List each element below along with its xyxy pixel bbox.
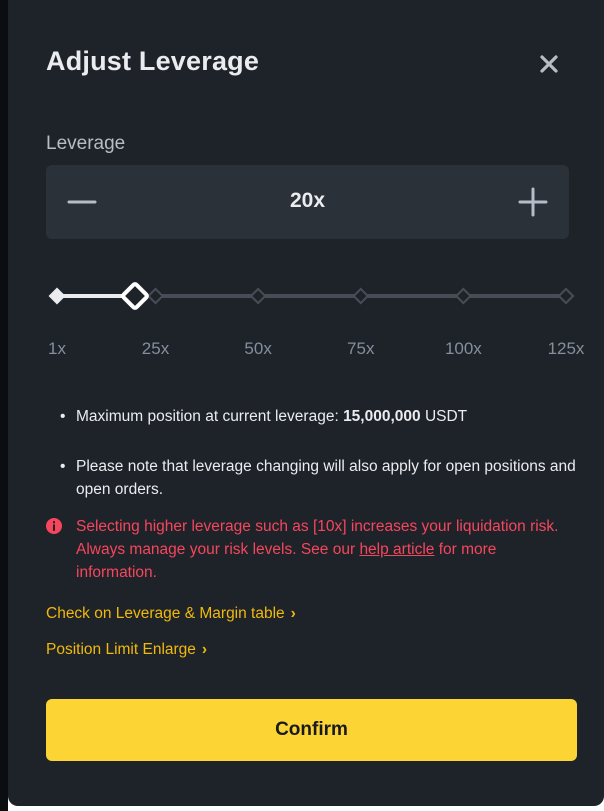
leverage-value[interactable]: 20x bbox=[46, 189, 569, 213]
page-backdrop bbox=[0, 0, 8, 811]
help-article-link[interactable]: help article bbox=[359, 541, 434, 558]
chevron-right-icon: › bbox=[201, 641, 208, 658]
plus-icon bbox=[518, 187, 548, 217]
slider-tick-marker[interactable] bbox=[147, 287, 165, 305]
info-icon bbox=[46, 518, 62, 534]
slider-tick-marker[interactable] bbox=[454, 287, 472, 305]
slider-tick-marker[interactable] bbox=[249, 287, 267, 305]
close-button[interactable] bbox=[533, 48, 565, 80]
slider-tick-marker[interactable] bbox=[352, 287, 370, 305]
leverage-stepper[interactable]: 20x bbox=[46, 165, 569, 239]
apply-note: Please note that leverage changing will … bbox=[60, 455, 586, 501]
chevron-right-icon: › bbox=[290, 605, 296, 622]
max-position-note: Maximum position at current leverage: 15… bbox=[60, 405, 596, 428]
slider-tick-label[interactable]: 75x bbox=[347, 339, 374, 359]
slider-tick-label[interactable]: 1x bbox=[48, 339, 66, 359]
position-limit-enlarge-link[interactable]: Position Limit Enlarge › bbox=[46, 641, 207, 659]
max-position-unit: USDT bbox=[420, 408, 468, 425]
slider-tick-marker[interactable] bbox=[557, 287, 575, 305]
liquidation-warning: Selecting higher leverage such as [10x] … bbox=[46, 515, 566, 584]
leverage-label: Leverage bbox=[46, 133, 126, 154]
slider-tick-label[interactable]: 100x bbox=[445, 339, 482, 359]
slider-tick-label[interactable]: 125x bbox=[548, 339, 585, 359]
position-limit-enlarge-label: Position Limit Enlarge bbox=[46, 641, 196, 658]
confirm-button[interactable]: Confirm bbox=[46, 699, 577, 761]
leverage-slider-track[interactable] bbox=[46, 278, 581, 318]
adjust-leverage-dialog: Adjust Leverage Leverage 20x 1x 25x 50x 75x… bbox=[8, 0, 604, 806]
dialog-title: Adjust Leverage bbox=[46, 46, 260, 76]
max-position-label: Maximum position at current leverage: bbox=[76, 408, 344, 425]
slider-handle[interactable] bbox=[121, 282, 149, 310]
leverage-slider[interactable] bbox=[46, 278, 581, 318]
slider-tick-label[interactable]: 25x bbox=[142, 339, 169, 359]
slider-tick-marker[interactable] bbox=[48, 287, 66, 305]
slider-tick-label[interactable]: 50x bbox=[244, 339, 271, 359]
leverage-margin-table-label: Check on Leverage & Margin table bbox=[46, 605, 285, 622]
increase-button[interactable] bbox=[517, 186, 549, 218]
close-icon bbox=[540, 55, 558, 73]
max-position-value: 15,000,000 bbox=[343, 408, 421, 425]
leverage-margin-table-link[interactable]: Check on Leverage & Margin table › bbox=[46, 605, 296, 623]
